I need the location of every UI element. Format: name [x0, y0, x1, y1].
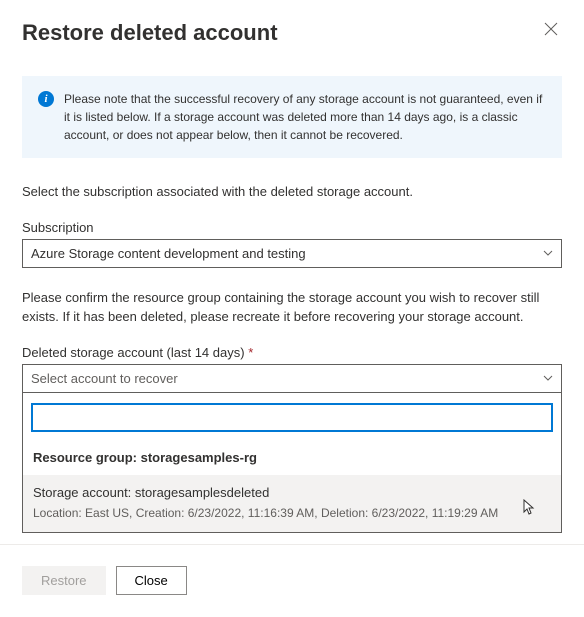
- dropdown-option[interactable]: Storage account: storagesamplesdeleted L…: [23, 475, 561, 532]
- close-icon[interactable]: [540, 20, 562, 43]
- subscription-select[interactable]: Azure Storage content development and te…: [22, 239, 562, 268]
- cursor-icon: [519, 499, 535, 522]
- restore-button: Restore: [22, 566, 106, 595]
- instruction-resource-group: Please confirm the resource group contai…: [22, 288, 562, 327]
- chevron-down-icon: [543, 250, 553, 256]
- info-banner: i Please note that the successful recove…: [22, 76, 562, 158]
- page-title: Restore deleted account: [22, 20, 278, 46]
- dropdown-group-header: Resource group: storagesamples-rg: [23, 440, 561, 475]
- info-icon: i: [38, 91, 54, 107]
- footer-divider: [0, 544, 584, 545]
- info-text: Please note that the successful recovery…: [64, 90, 546, 144]
- chevron-down-icon: [543, 375, 553, 381]
- deleted-account-dropdown: Resource group: storagesamples-rg Storag…: [22, 393, 562, 533]
- deleted-account-select[interactable]: Select account to recover: [22, 364, 562, 393]
- deleted-account-label: Deleted storage account (last 14 days) *: [22, 345, 562, 360]
- subscription-label: Subscription: [22, 220, 562, 235]
- dropdown-option-title: Storage account: storagesamplesdeleted: [33, 485, 551, 500]
- subscription-value: Azure Storage content development and te…: [31, 246, 306, 261]
- deleted-account-placeholder: Select account to recover: [31, 371, 178, 386]
- dropdown-search-input[interactable]: [31, 403, 553, 432]
- close-button[interactable]: Close: [116, 566, 187, 595]
- instruction-subscription: Select the subscription associated with …: [22, 182, 562, 202]
- dropdown-option-meta: Location: East US, Creation: 6/23/2022, …: [33, 506, 551, 520]
